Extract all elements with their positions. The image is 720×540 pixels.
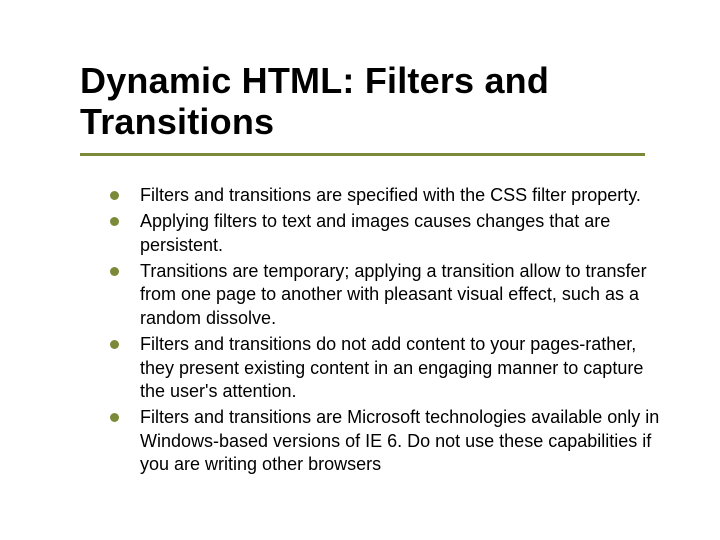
- list-item: Filters and transitions do not add conte…: [110, 333, 665, 403]
- title-block: Dynamic HTML: Filters and Transitions: [80, 60, 665, 156]
- list-item: Transitions are temporary; applying a tr…: [110, 260, 665, 330]
- list-item: Filters and transitions are Microsoft te…: [110, 406, 665, 476]
- bullet-list: Filters and transitions are specified wi…: [110, 184, 665, 477]
- list-item: Filters and transitions are specified wi…: [110, 184, 665, 207]
- body: Filters and transitions are specified wi…: [80, 184, 665, 477]
- slide-title: Dynamic HTML: Filters and Transitions: [80, 60, 665, 143]
- title-underline: [80, 153, 645, 156]
- list-item: Applying filters to text and images caus…: [110, 210, 665, 257]
- slide: Dynamic HTML: Filters and Transitions Fi…: [0, 0, 720, 540]
